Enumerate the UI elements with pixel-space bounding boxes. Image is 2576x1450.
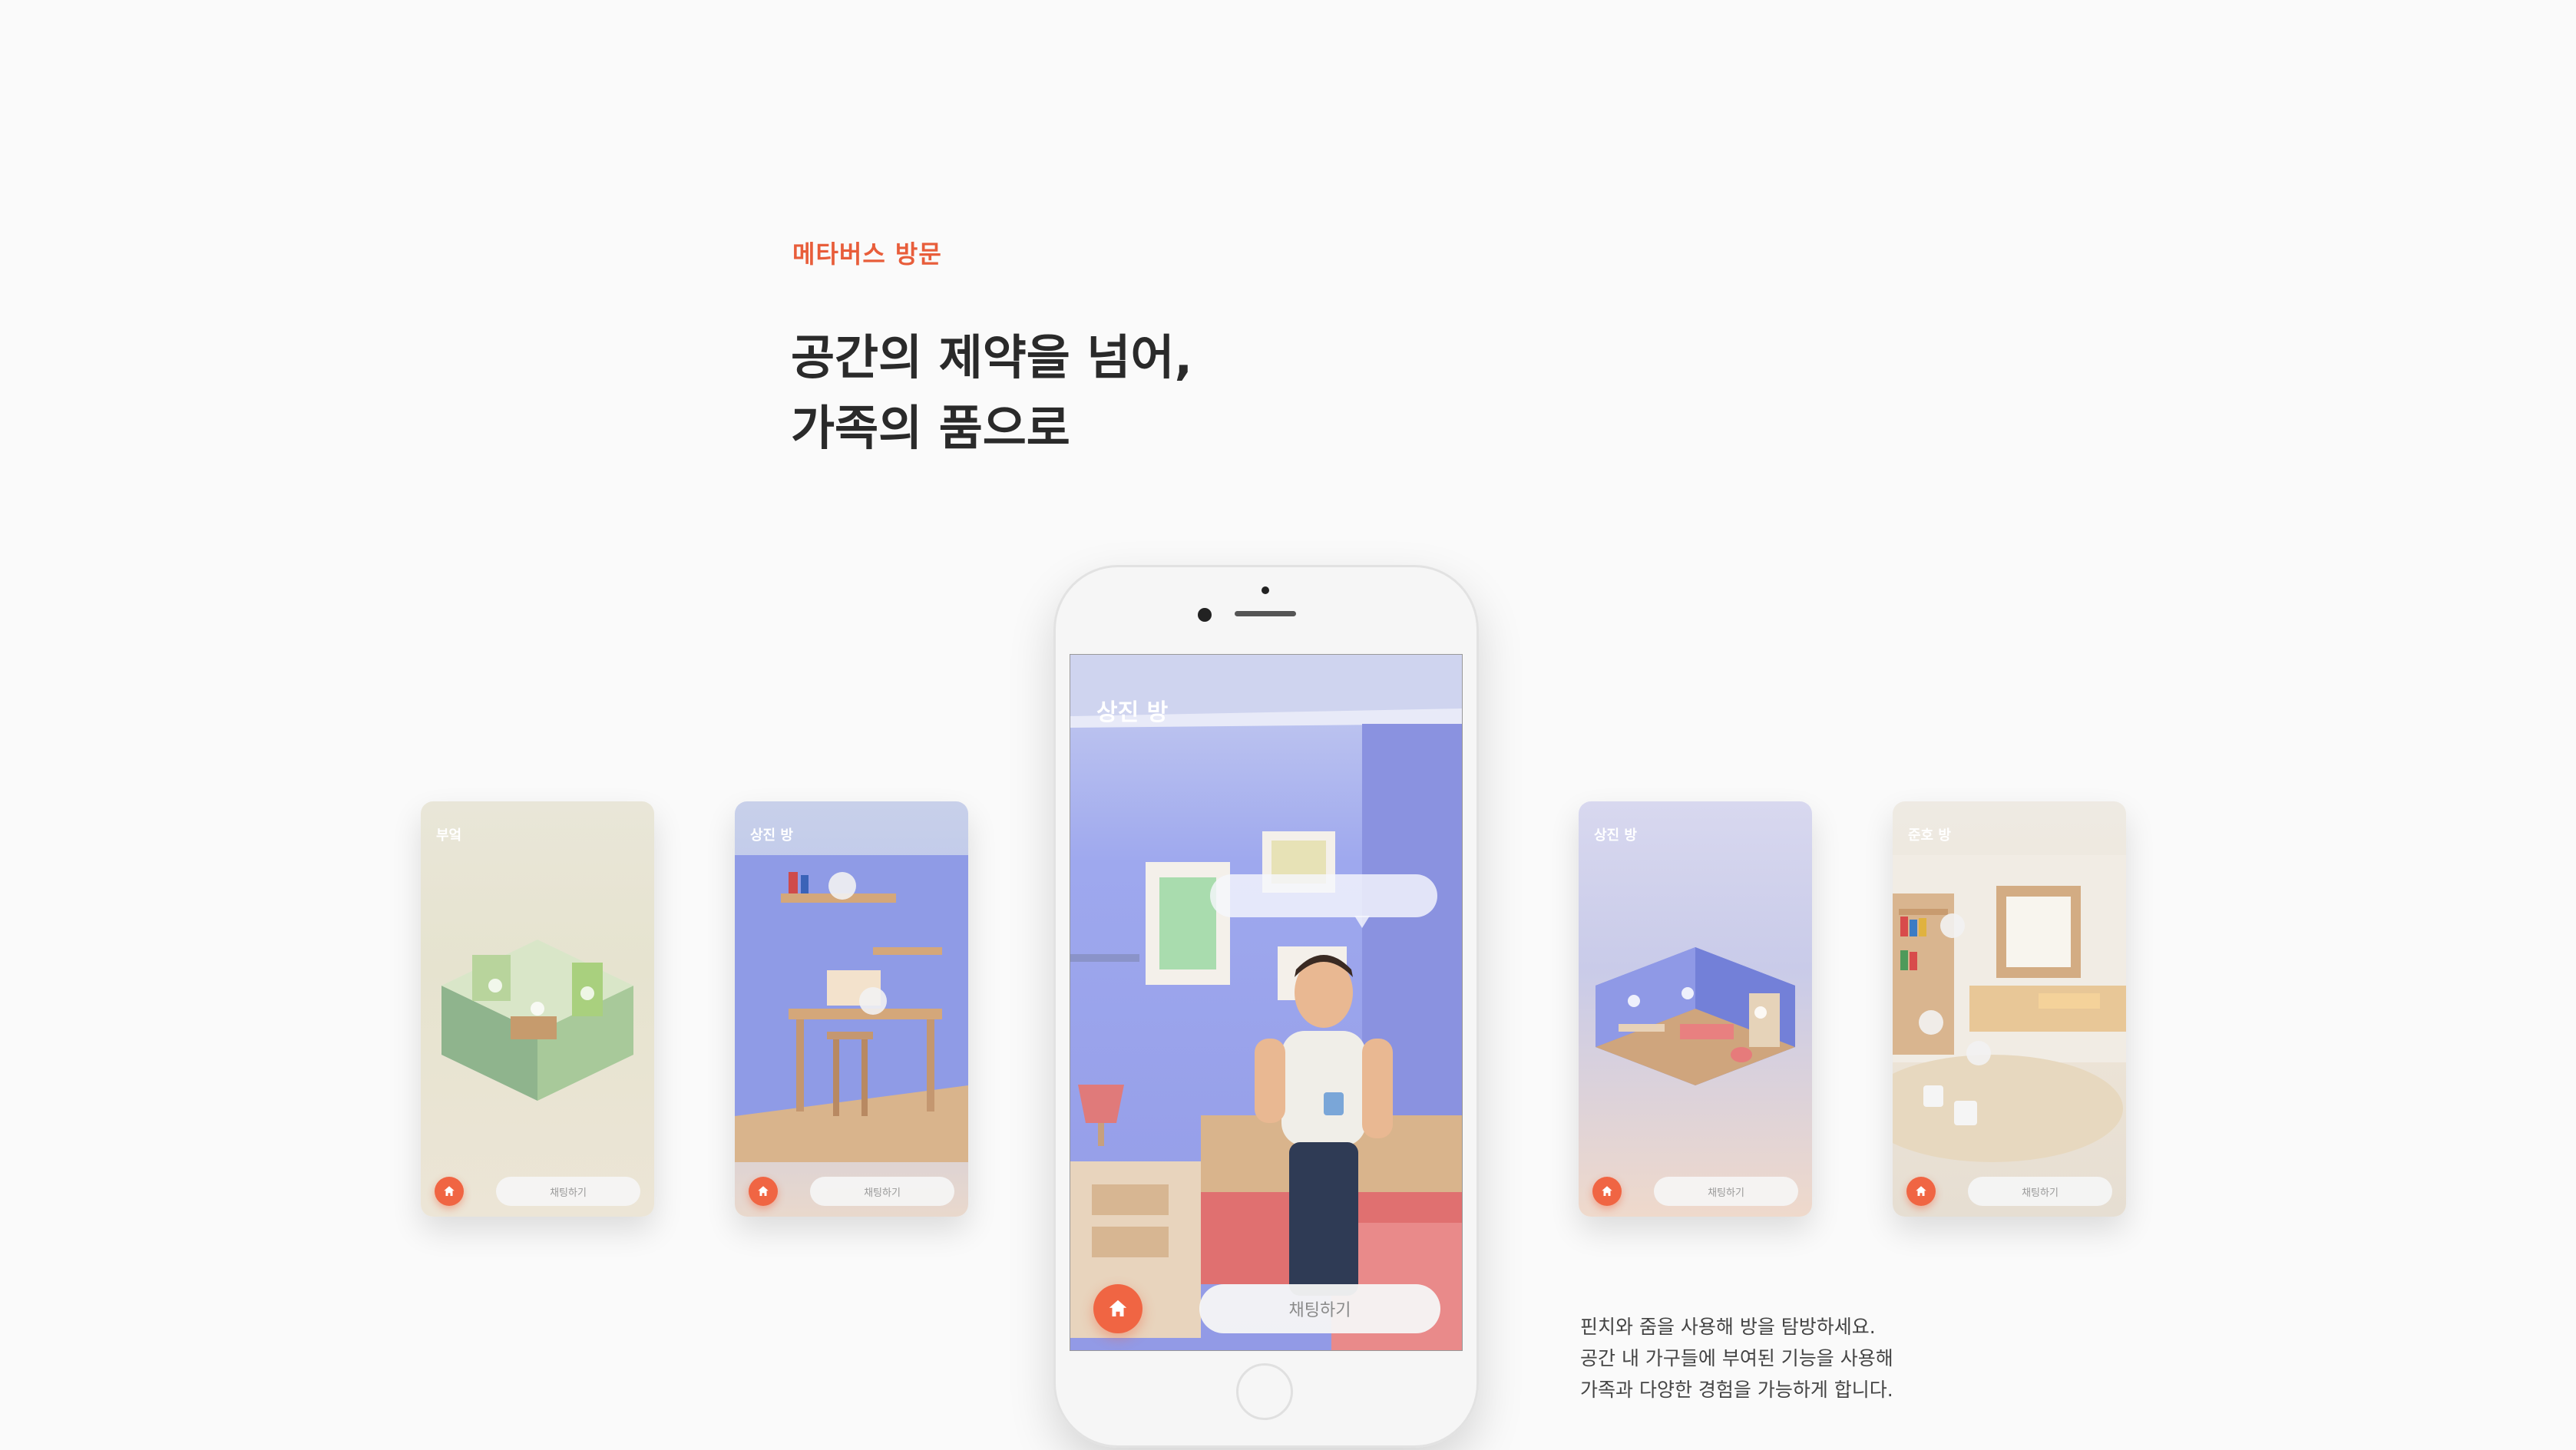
home-button[interactable] <box>1592 1177 1622 1206</box>
home-button[interactable] <box>435 1177 464 1206</box>
home-icon <box>444 1186 455 1196</box>
speech-bubble-tail <box>1354 916 1370 928</box>
speech-bubble <box>1210 874 1437 917</box>
card-title: 상진 방 <box>750 827 793 844</box>
chat-button[interactable]: 채팅하기 <box>1654 1177 1798 1206</box>
room-card-sangjin-desk[interactable]: 상진 방 채팅하기 <box>735 801 968 1217</box>
chat-button[interactable]: 채팅하기 <box>810 1177 954 1206</box>
home-button[interactable] <box>749 1177 778 1206</box>
card-title: 준호 방 <box>1908 827 1951 844</box>
section-headline: 공간의 제약을 넘어, 가족의 품으로 <box>791 322 1192 464</box>
headline-line-1: 공간의 제약을 넘어, <box>791 329 1193 385</box>
phone-sensor <box>1262 586 1269 594</box>
room-scene <box>1070 655 1462 1350</box>
screen-title: 상진 방 <box>1096 699 1169 726</box>
feature-description: 핀치와 줌을 사용해 방을 탐방하세요. 공간 내 가구들에 부여된 기능을 사… <box>1580 1311 1893 1405</box>
description-line-2: 공간 내 가구들에 부여된 기능을 사용해 <box>1580 1347 1893 1369</box>
home-icon <box>1916 1186 1926 1196</box>
phone-camera <box>1198 608 1212 622</box>
home-button[interactable] <box>1093 1284 1143 1333</box>
description-line-1: 핀치와 줌을 사용해 방을 탐방하세요. <box>1580 1316 1876 1338</box>
junho-scene <box>1893 855 2126 1162</box>
room-card-junho[interactable]: 준호 방 채팅하기 <box>1893 801 2126 1217</box>
description-line-3: 가족과 다양한 경험을 가능하게 합니다. <box>1580 1379 1893 1401</box>
phone-speaker <box>1235 611 1296 616</box>
card-title: 부엌 <box>436 827 462 844</box>
home-button[interactable] <box>1906 1177 1936 1206</box>
home-icon <box>1602 1186 1612 1196</box>
bedroom-scene <box>1579 855 1812 1162</box>
headline-line-2: 가족의 품으로 <box>791 400 1070 456</box>
phone-home-key[interactable] <box>1236 1363 1293 1420</box>
section-eyebrow: 메타버스 방문 <box>792 239 942 269</box>
room-card-sangjin-overview[interactable]: 상진 방 채팅하기 <box>1579 801 1812 1217</box>
card-title: 상진 방 <box>1594 827 1637 844</box>
desk-scene <box>735 855 968 1162</box>
chat-button[interactable]: 채팅하기 <box>1968 1177 2112 1206</box>
chat-button[interactable]: 채팅하기 <box>1199 1284 1440 1333</box>
home-icon <box>1109 1300 1127 1316</box>
home-icon <box>758 1186 769 1196</box>
chat-button[interactable]: 채팅하기 <box>496 1177 640 1206</box>
phone-screen: 상진 방 채팅하기 <box>1070 654 1463 1351</box>
room-card-kitchen[interactable]: 부엌 채팅하기 <box>421 801 654 1217</box>
kitchen-scene <box>421 855 654 1162</box>
phone-mockup: 상진 방 채팅하기 <box>1053 565 1479 1448</box>
